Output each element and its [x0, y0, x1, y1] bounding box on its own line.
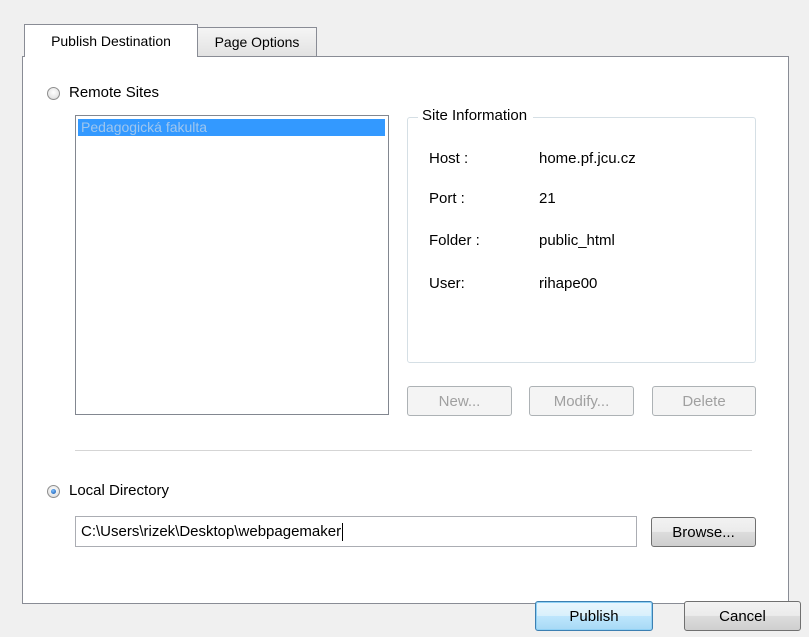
browse-button-label: Browse... [672, 523, 735, 541]
port-label: Port : [429, 190, 465, 207]
host-value: home.pf.jcu.cz [539, 150, 636, 167]
user-label: User: [429, 275, 465, 292]
remote-sites-list[interactable]: Pedagogická fakulta [75, 115, 389, 415]
text-caret [342, 523, 344, 542]
cancel-button[interactable]: Cancel [684, 601, 801, 631]
new-site-button[interactable]: New... [407, 386, 512, 416]
publish-button-label: Publish [569, 607, 619, 625]
delete-site-button[interactable]: Delete [652, 386, 756, 416]
tab-page-options[interactable]: Page Options [197, 27, 317, 56]
list-item[interactable]: Pedagogická fakulta [78, 119, 385, 136]
new-site-button-label: New... [438, 392, 481, 410]
local-directory-path: C:\Users\rizek\Desktop\webpagemaker [81, 523, 342, 540]
publish-button[interactable]: Publish [535, 601, 653, 631]
host-label: Host : [429, 150, 469, 167]
remote-sites-radio[interactable] [47, 87, 60, 100]
port-value: 21 [539, 190, 556, 207]
separator [75, 450, 752, 451]
user-value: rihape00 [539, 275, 598, 292]
tab-label: Publish Destination [51, 33, 171, 49]
folder-value: public_html [539, 232, 615, 249]
remote-sites-label[interactable]: Remote Sites [69, 84, 159, 101]
local-directory-label[interactable]: Local Directory [69, 482, 169, 499]
folder-label: Folder : [429, 232, 480, 249]
local-directory-input[interactable]: C:\Users\rizek\Desktop\webpagemaker [75, 516, 637, 547]
modify-site-button[interactable]: Modify... [529, 386, 634, 416]
tab-publish-destination[interactable]: Publish Destination [24, 24, 198, 57]
delete-site-button-label: Delete [682, 392, 726, 410]
modify-site-button-label: Modify... [553, 392, 610, 410]
tab-label: Page Options [214, 34, 300, 50]
local-directory-radio[interactable] [47, 485, 60, 498]
site-information-title: Site Information [418, 107, 534, 124]
cancel-button-label: Cancel [719, 607, 766, 625]
browse-button[interactable]: Browse... [651, 517, 756, 547]
